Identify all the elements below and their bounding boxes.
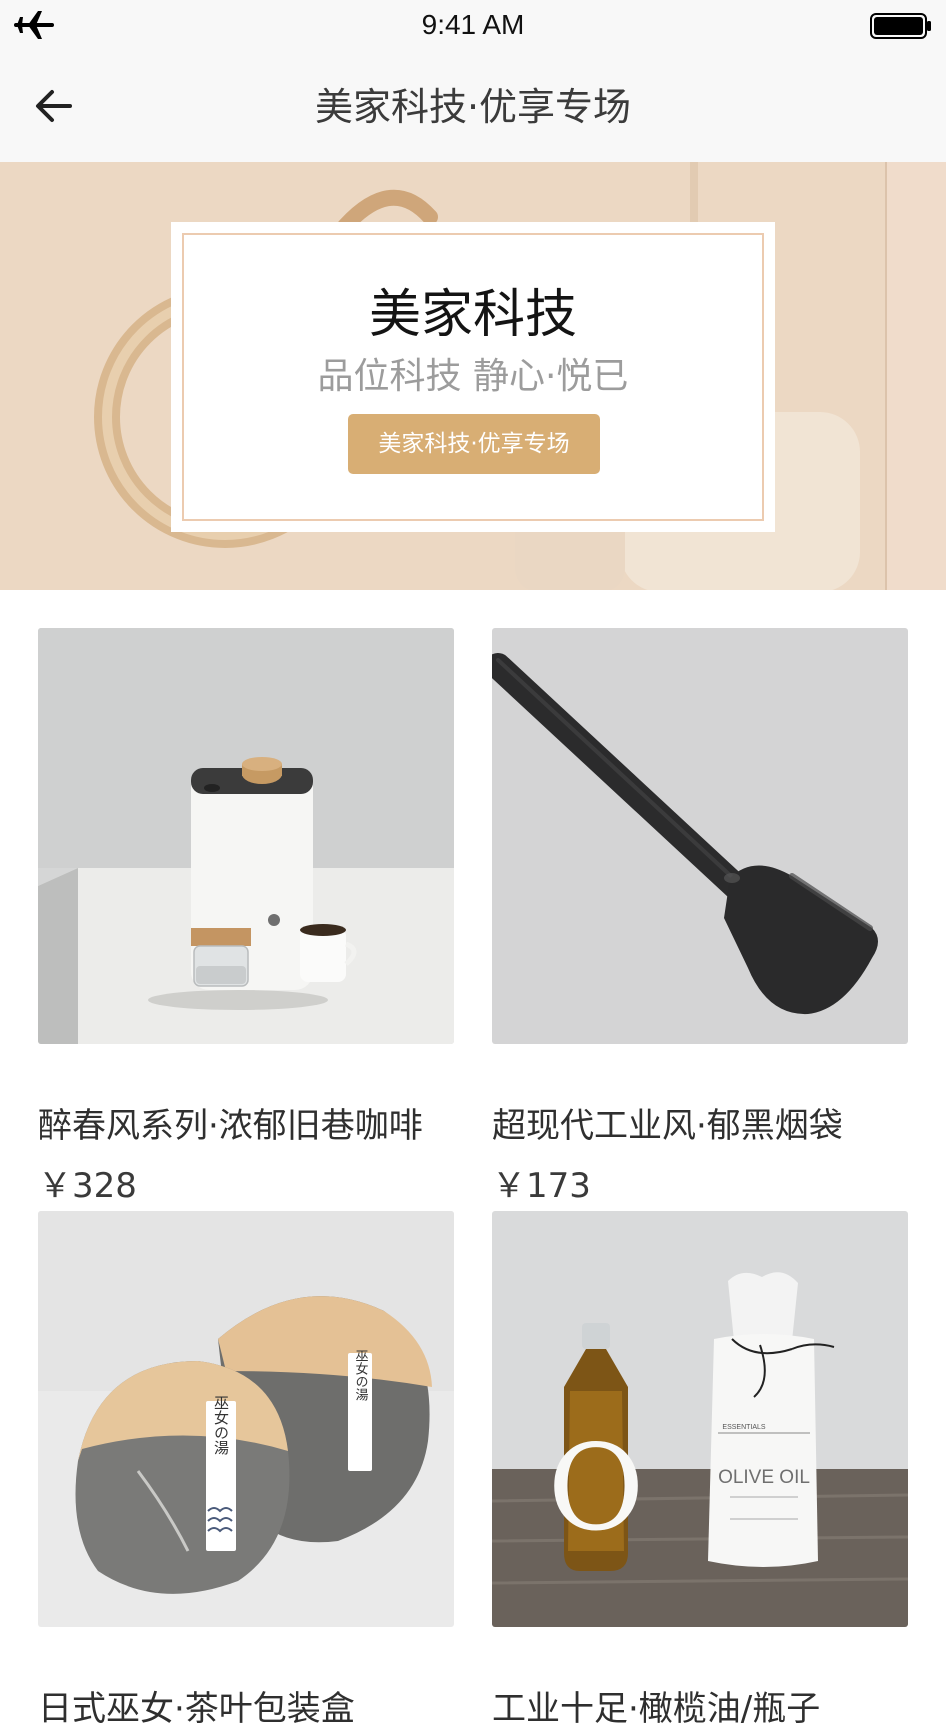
bottle-letter: O <box>548 1419 645 1557</box>
tea-tag-text-back: 巫女の湯 <box>353 1349 369 1401</box>
product-name[interactable]: 工业十足·橄榄油/瓶子 <box>492 1689 908 1729</box>
product-image-coffee[interactable] <box>38 628 454 1044</box>
product-image-olive-oil[interactable]: O ESSENTIALS OLIVE OIL <box>492 1211 908 1627</box>
back-button[interactable] <box>24 78 84 138</box>
arrow-left-icon <box>34 88 74 128</box>
banner-subtitle: 品位科技 静心·悦已 <box>317 356 629 397</box>
battery-icon <box>870 12 932 40</box>
product-price: ￥173 <box>492 1166 591 1206</box>
promo-banner[interactable]: 美家科技 品位科技 静心·悦已 美家科技·优享专场 <box>0 162 946 590</box>
package-label: OLIVE OIL <box>718 1467 810 1488</box>
banner-cta-button[interactable]: 美家科技·优享专场 <box>348 414 600 474</box>
product-price: ￥328 <box>38 1166 137 1206</box>
status-bar: 9:41 AM <box>0 0 946 52</box>
status-time: 9:41 AM <box>421 9 525 40</box>
banner-card: 美家科技 品位科技 静心·悦已 美家科技·优享专场 <box>171 222 775 532</box>
banner-title: 美家科技 <box>368 285 577 345</box>
product-image-tea-box[interactable]: 巫女の湯 巫女の湯 <box>38 1211 454 1627</box>
nav-bar: 美家科技·优享专场 <box>0 52 946 162</box>
product-name[interactable]: 日式巫女·茶叶包装盒 <box>38 1689 454 1729</box>
airplane-icon <box>14 8 54 42</box>
product-name[interactable]: 超现代工业风·郁黑烟袋 <box>492 1106 908 1146</box>
tea-tag-text-front: 巫女の湯 <box>212 1395 230 1455</box>
product-image-pipe[interactable] <box>492 628 908 1044</box>
product-name[interactable]: 醉春风系列·浓郁旧巷咖啡 <box>38 1106 454 1146</box>
page-title: 美家科技·优享专场 <box>314 85 632 129</box>
package-brand: ESSENTIALS <box>722 1424 766 1431</box>
